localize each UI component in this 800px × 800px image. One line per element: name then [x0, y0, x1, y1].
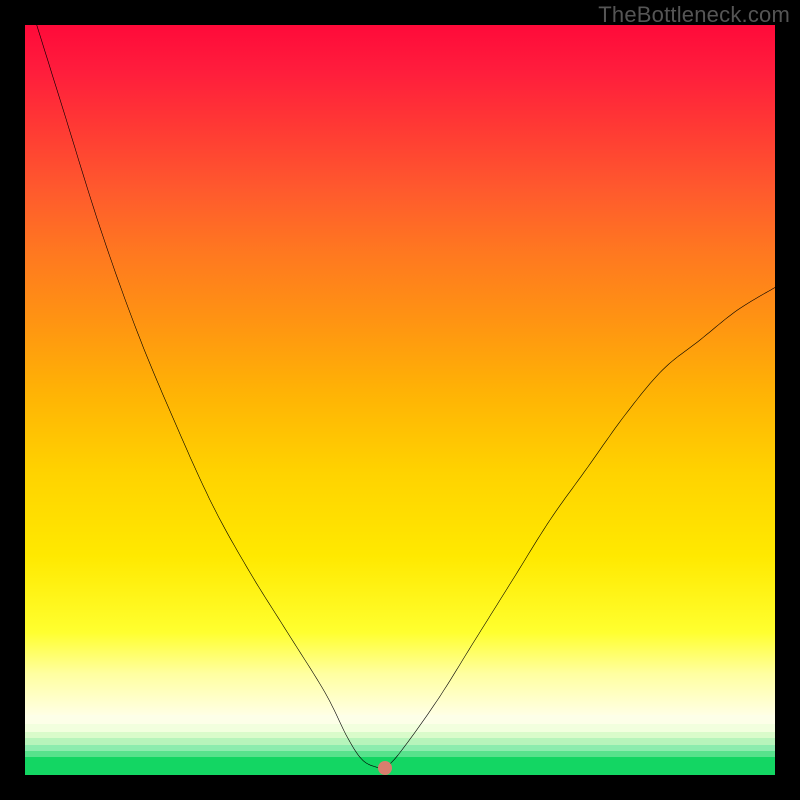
bottleneck-curve-path	[25, 25, 775, 769]
plot-area	[25, 25, 775, 775]
chart-frame: TheBottleneck.com	[0, 0, 800, 800]
curve-svg	[25, 25, 775, 775]
watermark-text: TheBottleneck.com	[598, 2, 790, 28]
minimum-marker	[378, 761, 392, 775]
